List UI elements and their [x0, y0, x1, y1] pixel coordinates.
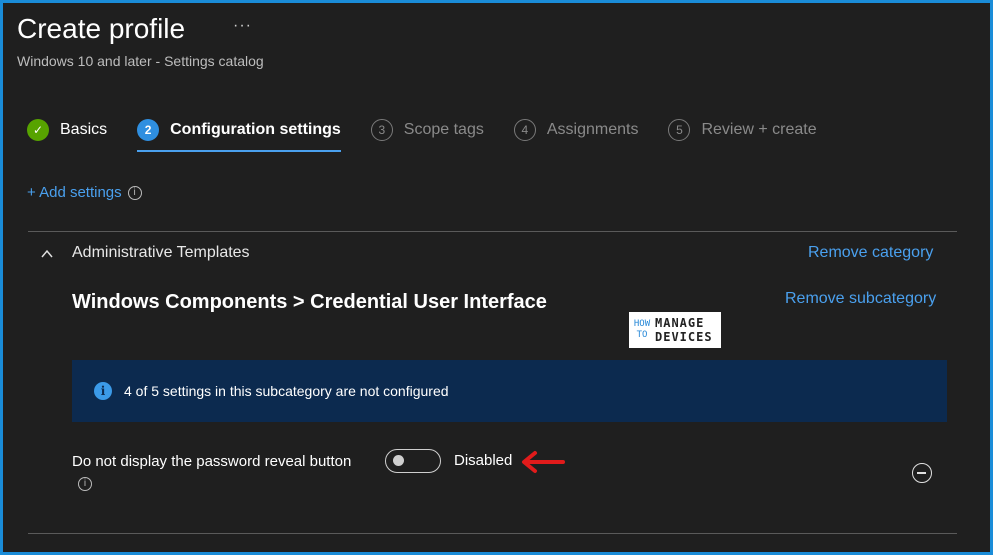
- info-banner-text: 4 of 5 settings in this subcategory are …: [124, 383, 449, 399]
- wizard-steps: ✓ Basics 2 Configuration settings 3 Scop…: [27, 116, 847, 152]
- step-label: Review + create: [701, 121, 817, 138]
- step-number-badge: 4: [513, 119, 536, 141]
- step-number-badge: 5: [668, 119, 691, 141]
- toggle-state-label: Disabled: [454, 452, 513, 469]
- add-settings-label: + Add settings: [27, 184, 122, 201]
- window-frame: Create profile ··· Windows 10 and later …: [0, 0, 993, 555]
- step-label: Scope tags: [403, 121, 484, 138]
- subcategory-title: Windows Components > Credential User Int…: [72, 291, 547, 313]
- toggle-knob: [393, 455, 404, 466]
- section-divider: [28, 231, 957, 232]
- step-label: Configuration settings: [170, 121, 341, 138]
- page-subtitle: Windows 10 and later - Settings catalog: [17, 53, 264, 69]
- active-step-underline: [137, 150, 341, 152]
- logo-brand: MANAGE DEVICES: [655, 316, 713, 344]
- add-settings-link[interactable]: + Add settings i: [27, 184, 142, 201]
- info-icon[interactable]: i: [127, 185, 142, 200]
- section-divider: [28, 533, 957, 534]
- category-title: Administrative Templates: [72, 244, 250, 261]
- step-number-badge: 3: [370, 119, 393, 141]
- red-arrow-icon: [522, 451, 565, 473]
- more-options-icon[interactable]: ···: [233, 17, 252, 35]
- setting-label: Do not display the password reveal butto…: [72, 453, 352, 492]
- info-icon: i: [94, 382, 112, 400]
- remove-subcategory-link[interactable]: Remove subcategory: [785, 290, 936, 308]
- remove-setting-icon[interactable]: [912, 463, 932, 483]
- step-basics[interactable]: ✓ Basics: [27, 116, 107, 144]
- logo-how-to: HOW TO: [633, 319, 651, 340]
- howto-manage-devices-logo: HOW TO MANAGE DEVICES: [629, 312, 721, 348]
- remove-category-link[interactable]: Remove category: [808, 244, 933, 262]
- chevron-up-icon[interactable]: [41, 248, 53, 260]
- step-number-badge: 2: [137, 119, 160, 141]
- step-label: Assignments: [546, 121, 639, 138]
- step-scope-tags[interactable]: 3 Scope tags: [370, 116, 484, 144]
- info-icon[interactable]: i: [78, 477, 92, 492]
- step-review-create[interactable]: 5 Review + create: [668, 116, 817, 144]
- step-assignments[interactable]: 4 Assignments: [513, 116, 639, 144]
- step-configuration-settings[interactable]: 2 Configuration settings: [137, 116, 341, 152]
- page-title: Create profile: [17, 13, 186, 44]
- check-icon: ✓: [27, 119, 49, 141]
- setting-toggle[interactable]: [385, 449, 441, 473]
- info-banner: i 4 of 5 settings in this subcategory ar…: [72, 360, 947, 422]
- step-label: Basics: [60, 121, 108, 138]
